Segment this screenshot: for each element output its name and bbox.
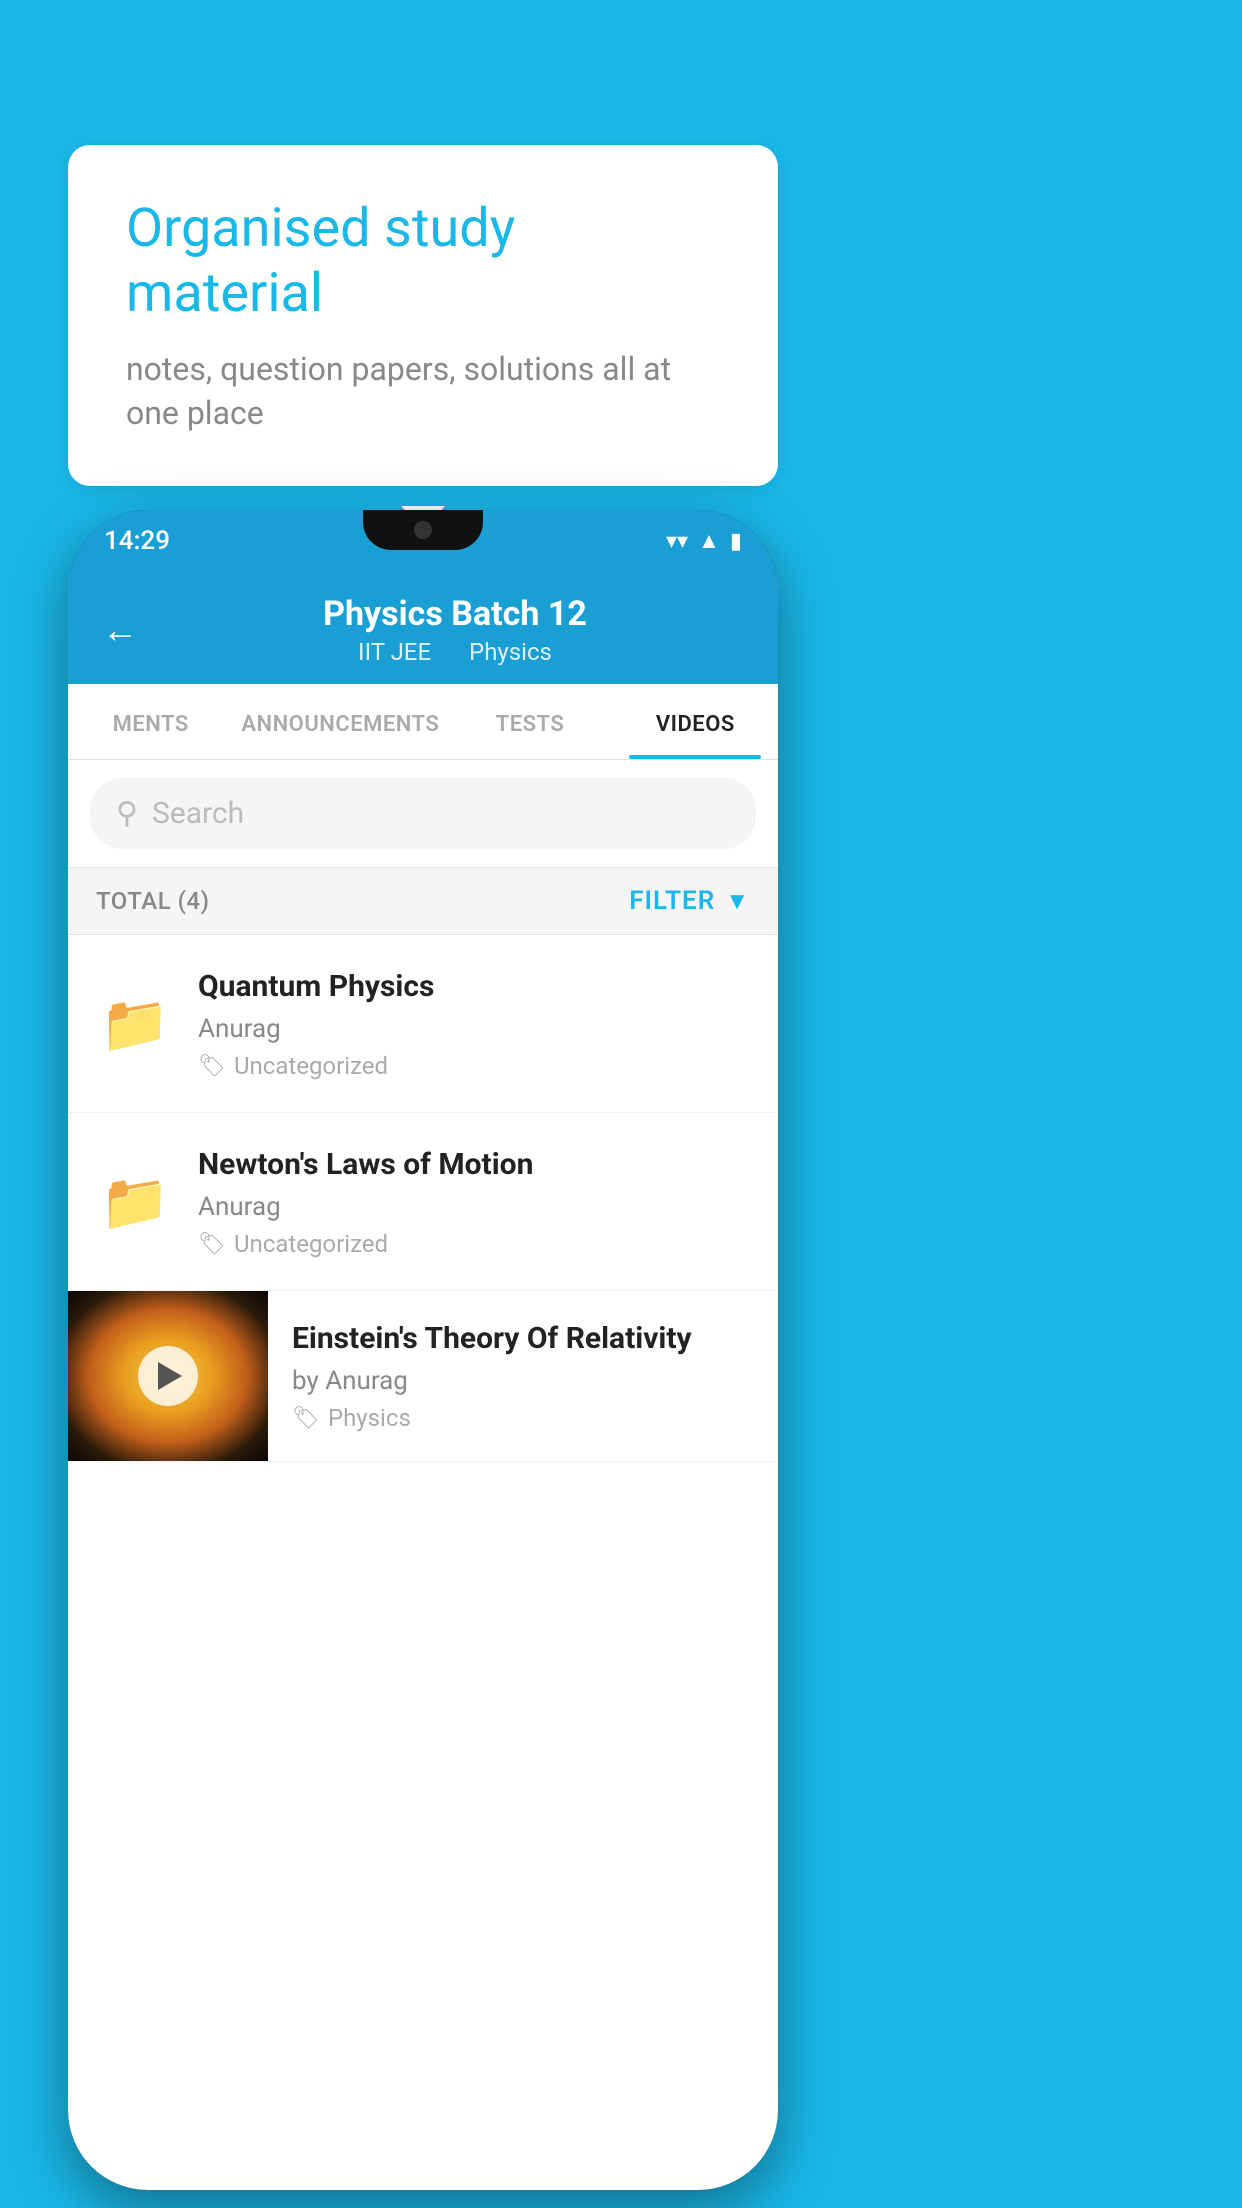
video-list: 📁 Quantum Physics Anurag 🏷 Uncategorized… [68,935,778,1462]
notch-camera [414,521,432,539]
video-info-1: Quantum Physics Anurag 🏷 Uncategorized [198,967,750,1080]
einstein-author: by Anurag [292,1366,754,1396]
app-header: ← Physics Batch 12 IIT JEE Physics [68,572,778,684]
header-title-block: Physics Batch 12 IIT JEE Physics [162,594,748,666]
wifi-icon: ▾▾ [666,529,688,554]
speech-bubble: Organised study material notes, question… [68,145,778,486]
search-bar-wrapper: ⚲ Search [68,760,778,868]
tag-icon-1: 🏷 [198,1054,226,1079]
battery-icon: ▮ [730,529,742,554]
video-item-3[interactable]: Einstein's Theory Of Relativity by Anura… [68,1291,778,1462]
status-time: 14:29 [104,526,170,556]
header-title: Physics Batch 12 [162,594,748,634]
filter-button[interactable]: FILTER ▼ [629,886,750,916]
header-subtitle: IIT JEE Physics [162,638,748,666]
search-bar[interactable]: ⚲ Search [90,778,756,849]
video-info-2: Newton's Laws of Motion Anurag 🏷 Uncateg… [198,1145,750,1258]
phone-notch [363,510,483,550]
phone-frame: 14:29 ▾▾ ▲ ▮ ← Physics Batch 12 IIT JEE … [68,510,778,2190]
einstein-info: Einstein's Theory Of Relativity by Anura… [268,1291,778,1460]
tab-announcements[interactable]: ANNOUNCEMENTS [233,684,447,759]
back-button[interactable]: ← [98,605,142,655]
video-title-2: Newton's Laws of Motion [198,1145,750,1184]
video-item-1[interactable]: 📁 Quantum Physics Anurag 🏷 Uncategorized [68,935,778,1113]
einstein-thumbnail [68,1291,268,1461]
video-author-1: Anurag [198,1014,750,1044]
tabs-bar: MENTS ANNOUNCEMENTS TESTS VIDEOS [68,684,778,760]
status-icons: ▾▾ ▲ ▮ [666,528,742,554]
bubble-title: Organised study material [126,197,720,327]
video-author-2: Anurag [198,1192,750,1222]
tag-icon-2: 🏷 [198,1232,226,1257]
video-folder-icon-2: 📁 [96,1163,174,1241]
filter-label: FILTER [629,886,715,916]
search-placeholder: Search [152,796,244,831]
search-icon: ⚲ [116,796,138,831]
total-count: TOTAL (4) [96,887,209,915]
tag-icon-3: 🏷 [292,1406,320,1431]
status-bar: 14:29 ▾▾ ▲ ▮ [68,510,778,572]
header-subtitle-part2: Physics [469,638,552,666]
tab-videos[interactable]: VIDEOS [613,684,778,759]
filter-row: TOTAL (4) FILTER ▼ [68,868,778,935]
video-tag-2: 🏷 Uncategorized [198,1230,750,1258]
tab-ments[interactable]: MENTS [68,684,233,759]
video-tag-1: 🏷 Uncategorized [198,1052,750,1080]
einstein-title: Einstein's Theory Of Relativity [292,1319,754,1358]
header-subtitle-part1: IIT JEE [358,638,431,666]
einstein-tag: 🏷 Physics [292,1404,754,1432]
play-icon [158,1362,182,1390]
play-button[interactable] [138,1346,198,1406]
video-tag-label-1: Uncategorized [234,1052,388,1080]
video-folder-icon-1: 📁 [96,985,174,1063]
signal-icon: ▲ [698,528,720,554]
video-tag-label-2: Uncategorized [234,1230,388,1258]
bubble-subtitle: notes, question papers, solutions all at… [126,347,720,437]
phone-screen: ← Physics Batch 12 IIT JEE Physics MENTS… [68,572,778,2190]
video-item-2[interactable]: 📁 Newton's Laws of Motion Anurag 🏷 Uncat… [68,1113,778,1291]
tab-tests[interactable]: TESTS [447,684,612,759]
video-title-1: Quantum Physics [198,967,750,1006]
einstein-tag-label: Physics [328,1404,411,1432]
filter-icon: ▼ [725,887,750,916]
